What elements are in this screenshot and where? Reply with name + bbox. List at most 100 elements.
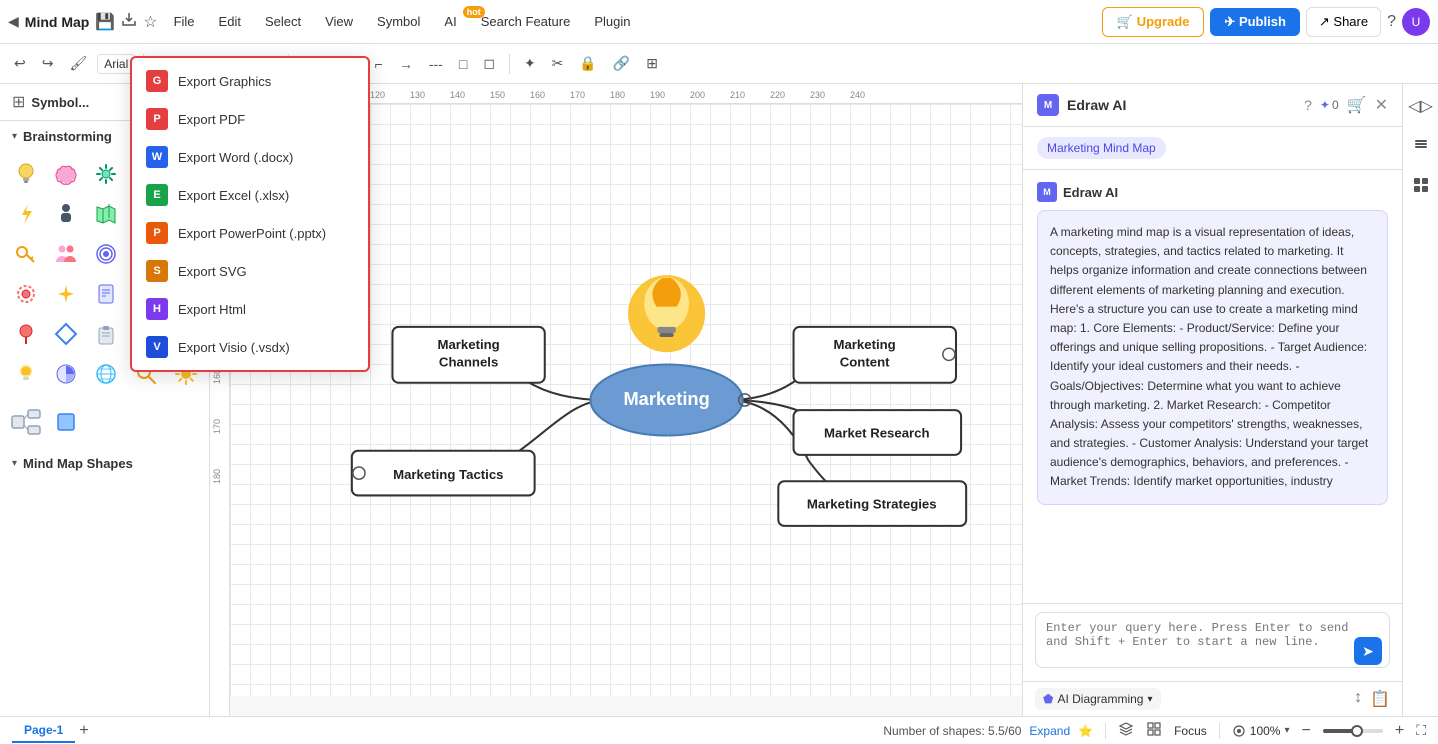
layers-icon-bottom[interactable] <box>1118 721 1134 740</box>
ai-help-icon[interactable]: ? <box>1304 97 1312 113</box>
zoom-slider[interactable] <box>1323 729 1383 733</box>
export-icon[interactable] <box>121 11 137 32</box>
menu-symbol[interactable]: Symbol <box>367 10 430 33</box>
mindmap-shapes-section-header[interactable]: ▾ Mind Map Shapes <box>0 448 209 479</box>
menu-select[interactable]: Select <box>255 10 311 33</box>
line-dash[interactable]: --- <box>423 52 449 76</box>
zoom-wheel-icon <box>1232 724 1246 738</box>
zoom-chevron[interactable]: ▾ <box>1284 725 1289 736</box>
shape-lightning[interactable] <box>8 196 44 232</box>
export-pdf-icon: P <box>146 108 168 130</box>
user-avatar[interactable]: U <box>1402 8 1430 36</box>
export-svg-label: Export SVG <box>178 264 247 279</box>
format-painter[interactable]: 🖌 <box>63 51 93 76</box>
menu-plugin[interactable]: Plugin <box>584 10 640 33</box>
export-visio-icon: V <box>146 336 168 358</box>
ai-input-field[interactable] <box>1035 612 1390 668</box>
ai-expand-icon[interactable]: ↕ <box>1354 689 1362 709</box>
shape-lightbulb[interactable] <box>8 156 44 192</box>
export-svg-icon: S <box>146 260 168 282</box>
table-btn[interactable]: ⊞ <box>640 51 664 76</box>
fullscreen-button[interactable]: ⛶ <box>1416 722 1426 739</box>
menu-edit[interactable]: Edit <box>209 10 251 33</box>
shape-globe[interactable] <box>88 356 124 392</box>
shape-person[interactable] <box>48 196 84 232</box>
redo-button[interactable]: ↪ <box>36 51 60 76</box>
menu-file[interactable]: File <box>164 10 205 33</box>
star-icon[interactable]: ☆ <box>143 12 157 32</box>
undo-button[interactable]: ↩ <box>8 51 32 76</box>
publish-button[interactable]: ✈ Publish <box>1210 8 1299 36</box>
ai-close-button[interactable]: ✕ <box>1375 95 1388 115</box>
shape-map[interactable] <box>88 196 124 232</box>
ai-mode-selector[interactable]: ⬟ AI Diagramming ▾ <box>1035 688 1161 710</box>
ai-copy-icon[interactable]: 📋 <box>1370 689 1390 709</box>
page-1-tab[interactable]: Page-1 <box>12 719 75 743</box>
export-excel[interactable]: E Export Excel (.xlsx) <box>132 176 368 214</box>
export-pdf-label: Export PDF <box>178 112 245 127</box>
menu-view[interactable]: View <box>315 10 363 33</box>
svg-text:Marketing: Marketing <box>437 337 499 352</box>
export-powerpoint[interactable]: P Export PowerPoint (.pptx) <box>132 214 368 252</box>
link-btn[interactable]: 🔗 <box>607 51 636 76</box>
right-icon-grid[interactable] <box>1409 173 1433 202</box>
export-svg[interactable]: S Export SVG <box>132 252 368 290</box>
share-button[interactable]: ↗ Share <box>1306 7 1381 37</box>
help-icon[interactable]: ? <box>1387 13 1396 31</box>
export-word[interactable]: W Export Word (.docx) <box>132 138 368 176</box>
fit-icon-bottom[interactable] <box>1146 721 1162 740</box>
export-graphics[interactable]: G Export Graphics <box>132 62 368 100</box>
export-html[interactable]: H Export Html <box>132 290 368 328</box>
shape-settings2[interactable] <box>8 276 44 312</box>
sparkle-btn[interactable]: ✦ <box>518 51 542 76</box>
shape-lightbulb2[interactable] <box>8 356 44 392</box>
shape-key[interactable] <box>8 236 44 272</box>
export-word-label: Export Word (.docx) <box>178 150 293 165</box>
shape-notepad[interactable] <box>88 276 124 312</box>
shape-analytics[interactable] <box>48 356 84 392</box>
ai-cart-icon[interactable]: 🛒 <box>1347 95 1367 115</box>
crop-btn[interactable]: ✂ <box>546 51 570 76</box>
svg-text:Marketing: Marketing <box>623 388 709 409</box>
export-pdf[interactable]: P Export PDF <box>132 100 368 138</box>
expand-link[interactable]: Expand <box>1029 724 1070 738</box>
connector-style[interactable]: ⌐ <box>369 52 389 76</box>
shape-small-box[interactable] <box>48 404 84 440</box>
zoom-out-button[interactable]: − <box>1302 722 1311 740</box>
shape-target[interactable] <box>88 236 124 272</box>
focus-label[interactable]: Focus <box>1174 724 1207 738</box>
svg-text:190: 190 <box>650 90 665 100</box>
shape-pin[interactable] <box>8 316 44 352</box>
shape-connector[interactable] <box>8 404 44 440</box>
lock-btn[interactable]: 🔒 <box>573 51 602 76</box>
zoom-level[interactable]: 100% <box>1250 724 1281 738</box>
upgrade-button[interactable]: 🛒 Upgrade <box>1102 7 1205 37</box>
shadow-btn[interactable]: □ <box>453 52 473 76</box>
right-icon-layers[interactable] <box>1409 132 1433 161</box>
right-icon-arrow[interactable]: ◁▷ <box>1404 92 1437 120</box>
menu-ai[interactable]: AI hot <box>434 10 466 33</box>
ai-bottom-icons: ↕ 📋 <box>1354 689 1390 709</box>
add-page-button[interactable]: + <box>79 722 88 740</box>
back-icon[interactable]: ◀ <box>8 13 19 30</box>
shape-clipboard[interactable] <box>88 316 124 352</box>
svg-text:Marketing Strategies: Marketing Strategies <box>807 497 937 512</box>
shape-brain[interactable] <box>48 156 84 192</box>
shape-gear[interactable] <box>88 156 124 192</box>
shape-group[interactable] <box>48 236 84 272</box>
export-visio[interactable]: V Export Visio (.vsdx) <box>132 328 368 366</box>
topbar: ◀ Mind Map 💾 ☆ File Edit Select View Sym… <box>0 0 1438 44</box>
save-icon[interactable]: 💾 <box>95 12 115 32</box>
ai-chat-area[interactable]: M Edraw AI A marketing mind map is a vis… <box>1023 170 1402 603</box>
line-end[interactable]: → <box>393 52 419 76</box>
shape-shine[interactable] <box>48 276 84 312</box>
menu-search-feature[interactable]: Search Feature <box>471 10 581 33</box>
export-graphics-icon: G <box>146 70 168 92</box>
edraw-ai-logo: M <box>1037 94 1059 116</box>
zoom-in-button[interactable]: + <box>1395 722 1404 740</box>
shape-diamond[interactable] <box>48 316 84 352</box>
svg-text:220: 220 <box>770 90 785 100</box>
ai-send-button[interactable]: ➤ <box>1354 637 1382 665</box>
shape-btn[interactable]: ◻ <box>477 51 501 76</box>
bottombar-divider1 <box>1105 723 1106 739</box>
